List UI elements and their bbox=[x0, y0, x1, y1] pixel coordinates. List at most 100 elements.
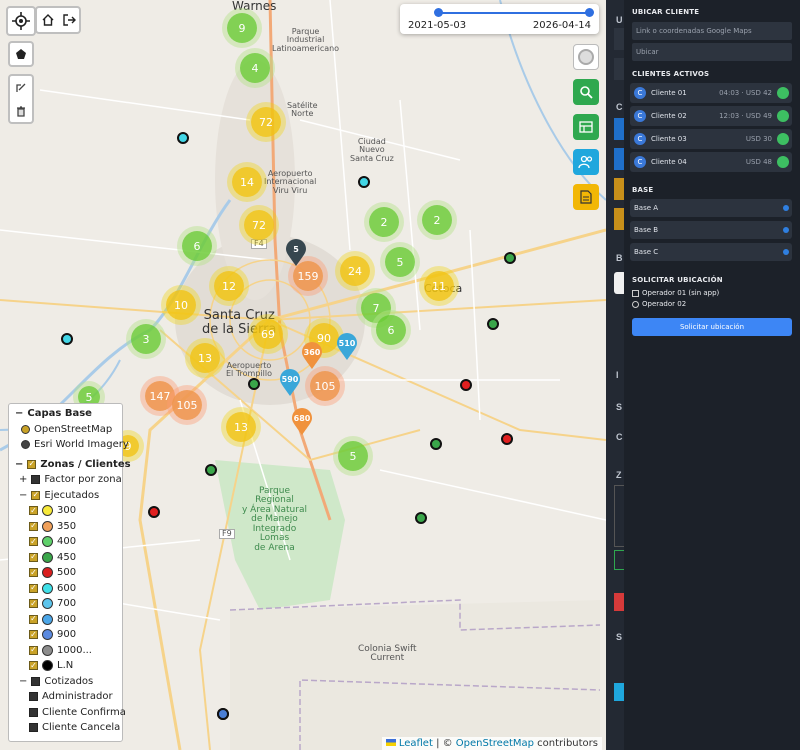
checkbox-icon[interactable]: ✓ bbox=[29, 661, 38, 671]
legend-item[interactable]: ✓ L.N bbox=[15, 658, 116, 674]
checkbox-icon[interactable]: ✓ bbox=[29, 630, 38, 640]
date-range-slider[interactable]: 2021-05-03 2026-04-14 bbox=[400, 4, 599, 34]
legend-item[interactable]: ✓ 350 bbox=[15, 519, 116, 535]
checkbox-icon[interactable]: ✓ bbox=[29, 568, 38, 578]
slider-end-handle[interactable] bbox=[585, 8, 594, 17]
map-area[interactable]: Warnes Parque Industrial Latinoamericano… bbox=[0, 0, 606, 750]
client-point-marker[interactable] bbox=[205, 464, 217, 476]
cluster-marker[interactable]: 12 bbox=[214, 271, 244, 301]
legend-item[interactable]: ✓ 800 bbox=[15, 612, 116, 628]
cluster-marker[interactable]: 9 bbox=[227, 13, 257, 43]
checkbox-icon[interactable]: ✓ bbox=[29, 599, 38, 609]
osm-link[interactable]: OpenStreetMap bbox=[456, 738, 534, 749]
base-row[interactable]: Base A bbox=[630, 199, 792, 217]
logout-icon[interactable] bbox=[62, 13, 76, 27]
layer-administrador[interactable]: Administrador bbox=[15, 689, 116, 705]
operador-1-option[interactable]: Operador 01 (sin app) bbox=[632, 289, 719, 297]
locate-button[interactable] bbox=[6, 6, 36, 36]
base-row[interactable]: Base C bbox=[630, 243, 792, 261]
client-point-marker[interactable] bbox=[487, 318, 499, 330]
checkbox-icon[interactable]: ✓ bbox=[31, 490, 41, 500]
solicitar-button[interactable]: Solicitar ubicación bbox=[632, 318, 792, 336]
checkbox-icon[interactable] bbox=[29, 707, 38, 717]
draw-polygon-button[interactable] bbox=[8, 41, 34, 67]
table-button[interactable] bbox=[573, 114, 599, 140]
checkbox-icon[interactable]: ✓ bbox=[29, 552, 38, 562]
layer-ejecutados[interactable]: − ✓ Ejecutados bbox=[15, 488, 116, 504]
client-point-marker[interactable] bbox=[504, 252, 516, 264]
cluster-marker[interactable]: 14 bbox=[232, 167, 262, 197]
layer-toggle-button[interactable] bbox=[573, 44, 599, 70]
cluster-marker[interactable]: 13 bbox=[190, 343, 220, 373]
cluster-marker[interactable]: 13 bbox=[226, 412, 256, 442]
layer-factor[interactable]: + Factor por zona bbox=[15, 472, 122, 488]
base-toggle-icon[interactable] bbox=[783, 227, 789, 233]
cluster-marker[interactable]: 10 bbox=[166, 290, 196, 320]
client-point-marker[interactable] bbox=[358, 176, 370, 188]
checkbox-icon[interactable]: ✓ bbox=[29, 583, 38, 593]
operador-2-option[interactable]: Operador 02 bbox=[632, 300, 686, 308]
ubicar-button[interactable]: Ubicar bbox=[632, 43, 792, 61]
checkbox-icon[interactable] bbox=[31, 676, 41, 686]
report-button[interactable] bbox=[573, 184, 599, 210]
client-point-marker[interactable] bbox=[430, 438, 442, 450]
cluster-marker[interactable]: 105 bbox=[310, 371, 340, 401]
pin-marker[interactable]: 590 bbox=[279, 369, 301, 402]
slider-start-handle[interactable] bbox=[434, 8, 443, 17]
client-row[interactable]: C Cliente 04 USD 48 bbox=[630, 152, 792, 172]
client-point-marker[interactable] bbox=[415, 512, 427, 524]
checkbox-icon[interactable]: ✓ bbox=[29, 614, 38, 624]
cluster-marker[interactable]: 4 bbox=[240, 53, 270, 83]
cluster-marker[interactable]: 6 bbox=[376, 315, 406, 345]
checkbox-icon[interactable]: ✓ bbox=[27, 459, 37, 469]
legend-item[interactable]: ✓ 1000... bbox=[15, 643, 116, 659]
cluster-marker[interactable]: 105 bbox=[172, 390, 202, 420]
pin-marker[interactable]: 5 bbox=[285, 239, 307, 272]
users-button[interactable] bbox=[573, 149, 599, 175]
cluster-marker[interactable]: 3 bbox=[131, 324, 161, 354]
legend-item[interactable]: ✓ 500 bbox=[15, 565, 116, 581]
checkbox-icon[interactable] bbox=[31, 475, 41, 485]
cluster-marker[interactable]: 69 bbox=[253, 319, 283, 349]
cluster-marker[interactable]: 72 bbox=[244, 210, 274, 240]
pin-marker[interactable]: 510 bbox=[336, 333, 358, 366]
legend-item[interactable]: ✓ 900 bbox=[15, 627, 116, 643]
cluster-marker[interactable]: 2 bbox=[369, 207, 399, 237]
checkbox-icon[interactable]: ✓ bbox=[29, 645, 38, 655]
legend-item[interactable]: ✓ 400 bbox=[15, 534, 116, 550]
trash-icon[interactable] bbox=[15, 105, 27, 117]
client-point-marker[interactable] bbox=[248, 378, 260, 390]
legend-item[interactable]: ✓ 600 bbox=[15, 581, 116, 597]
cluster-marker[interactable]: 6 bbox=[182, 231, 212, 261]
client-row[interactable]: C Cliente 02 12:03 · USD 49 bbox=[630, 106, 792, 126]
layer-cliente-confirma[interactable]: Cliente Confirma bbox=[15, 705, 126, 721]
capas-base-header[interactable]: − Capas Base bbox=[15, 406, 116, 422]
client-point-marker[interactable] bbox=[217, 708, 229, 720]
cluster-marker[interactable]: 2 bbox=[422, 205, 452, 235]
checkbox-icon[interactable] bbox=[29, 692, 38, 702]
layer-cliente-cancela[interactable]: Cliente Cancela bbox=[15, 720, 120, 736]
layer-osm[interactable]: OpenStreetMap bbox=[15, 422, 116, 438]
legend-item[interactable]: ✓ 700 bbox=[15, 596, 116, 612]
layer-cotizados[interactable]: − Cotizados bbox=[15, 674, 116, 690]
edit-icon[interactable] bbox=[15, 82, 27, 94]
cluster-marker[interactable]: 24 bbox=[340, 256, 370, 286]
checkbox-icon[interactable]: ✓ bbox=[29, 537, 38, 547]
pin-marker[interactable]: 360 bbox=[301, 342, 323, 375]
search-button[interactable] bbox=[573, 79, 599, 105]
client-point-marker[interactable] bbox=[148, 506, 160, 518]
client-row[interactable]: C Cliente 03 USD 30 bbox=[630, 129, 792, 149]
client-point-marker[interactable] bbox=[460, 379, 472, 391]
base-row[interactable]: Base B bbox=[630, 221, 792, 239]
checkbox-icon[interactable] bbox=[29, 723, 38, 733]
layer-esri[interactable]: Esri World Imagery bbox=[15, 437, 129, 453]
checkbox-icon[interactable]: ✓ bbox=[29, 506, 38, 516]
cluster-marker[interactable]: 11 bbox=[424, 271, 454, 301]
zonas-header[interactable]: − ✓ Zonas / Clientes bbox=[15, 457, 131, 473]
cluster-marker[interactable]: 5 bbox=[385, 247, 415, 277]
location-input[interactable]: Link o coordenadas Google Maps bbox=[632, 22, 792, 40]
cluster-marker[interactable]: 5 bbox=[338, 441, 368, 471]
cluster-marker[interactable]: 147 bbox=[145, 381, 175, 411]
legend-item[interactable]: ✓ 300 bbox=[15, 503, 116, 519]
leaflet-link[interactable]: Leaflet bbox=[399, 738, 433, 749]
